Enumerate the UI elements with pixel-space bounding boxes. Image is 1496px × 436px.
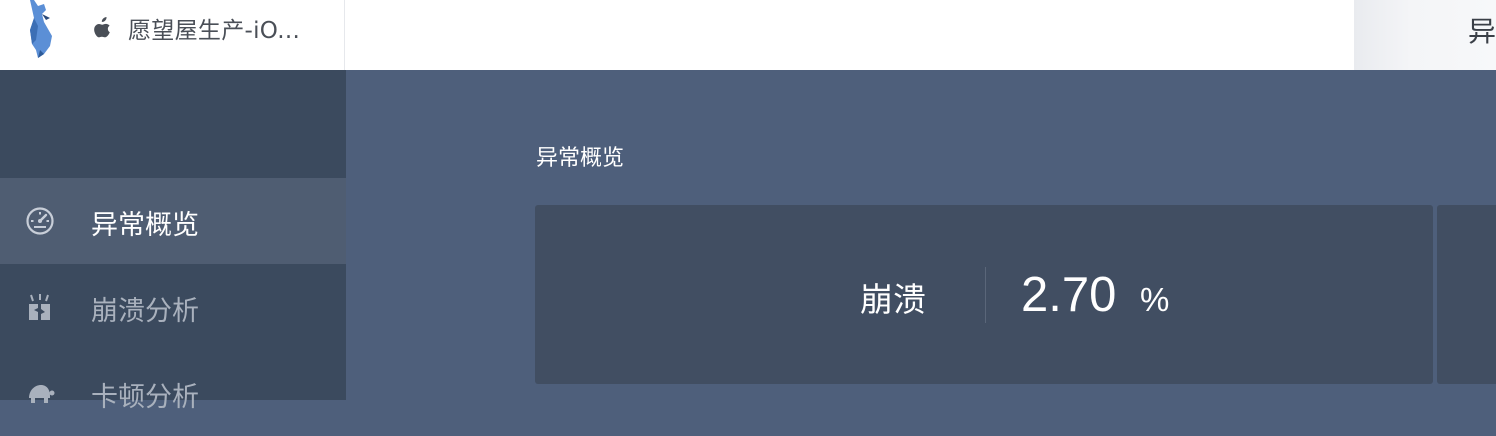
sidebar-item-label: 异常概览 (91, 210, 199, 241)
crash-icon (29, 294, 50, 320)
brand-area: 愿望屋生产-iO... (0, 0, 345, 70)
sidebar: 异常概览 崩溃分析 卡顿分析 (0, 70, 346, 413)
apple-icon (94, 17, 110, 38)
sidebar-item-exception-overview[interactable]: 异常概览 (0, 178, 346, 264)
top-tab[interactable]: 异 (1354, 0, 1496, 70)
section-title: 异常概览 (536, 146, 625, 171)
metric-value: 2.70 (1021, 268, 1117, 322)
top-bar: 愿望屋生产-iO... 异 (0, 0, 1496, 70)
turtle-icon (29, 385, 55, 403)
sidebar-item-label: 崩溃分析 (91, 296, 199, 327)
gauge-icon (26, 207, 54, 235)
woodpecker-logo-icon (30, 0, 52, 58)
sidebar-item-lag-analysis[interactable]: 卡顿分析 (0, 350, 346, 436)
metric-unit: % (1140, 281, 1170, 318)
next-metric-card[interactable] (1437, 205, 1496, 384)
metric-label: 崩溃 (860, 280, 926, 319)
sidebar-item-label: 卡顿分析 (91, 382, 199, 413)
sidebar-item-crash-analysis[interactable]: 崩溃分析 (0, 264, 346, 350)
metric-divider (985, 267, 986, 323)
top-tab-label: 异 (1468, 15, 1496, 48)
app-name[interactable]: 愿望屋生产-iO... (128, 11, 300, 45)
crash-rate-card[interactable]: 崩溃 2.70 % (535, 205, 1433, 384)
